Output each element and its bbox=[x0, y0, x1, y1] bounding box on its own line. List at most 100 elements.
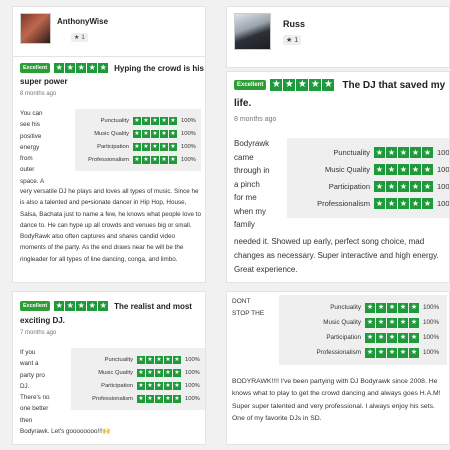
avatar[interactable] bbox=[20, 13, 51, 44]
review-date: 7 months ago bbox=[20, 330, 57, 336]
star-icon: ★ bbox=[133, 155, 141, 164]
review-card-2-body: Excellent ★ ★ ★ ★ ★ The DJ that saved my… bbox=[226, 71, 450, 283]
star-icon: ★ bbox=[376, 302, 386, 313]
review-title-line2: super power bbox=[20, 77, 68, 86]
star-icon: ★ bbox=[160, 129, 168, 138]
star-icon: ★ bbox=[98, 301, 109, 311]
star-icon: ★ bbox=[376, 347, 386, 358]
star-icon: ★ bbox=[270, 79, 283, 91]
review-card-4: DONT STOP THE Punctuality ★ ★ ★ ★ ★ 100% Mus… bbox=[226, 291, 450, 445]
review-date: 8 months ago bbox=[20, 91, 57, 97]
star-icon: ★ bbox=[137, 355, 145, 364]
rating-row-participation: Participation ★ ★ ★ ★ ★ 100% bbox=[101, 381, 200, 390]
star-icon: ★ bbox=[386, 181, 397, 192]
star-icon: ★ bbox=[386, 198, 397, 209]
review-side-text: Bodyrawk came through in a pinch for me … bbox=[234, 139, 270, 229]
star-icon: ★ bbox=[410, 147, 421, 158]
star-icon: ★ bbox=[65, 63, 76, 73]
star-icon: ★ bbox=[160, 142, 168, 151]
star-icon: ★ bbox=[133, 116, 141, 125]
star-icon: ★ bbox=[54, 301, 65, 311]
star-icon: ★ bbox=[173, 394, 181, 403]
star-icon: ★ bbox=[398, 317, 408, 328]
review-card-2: Russ ★ 1 bbox=[226, 6, 450, 68]
star-icon: ★ bbox=[169, 116, 177, 125]
star-icon: ★ bbox=[398, 347, 408, 358]
review-title-line1: The DJ that saved my bbox=[342, 79, 446, 91]
rating-row-punctuality: Punctuality ★ ★ ★ ★ ★ 100% bbox=[104, 355, 200, 364]
star-icon: ★ bbox=[142, 142, 150, 151]
star-icon: ★ bbox=[173, 381, 181, 390]
review-side-text: DONT STOP THE bbox=[232, 298, 265, 317]
star-icon: ★ bbox=[164, 381, 172, 390]
rating-row-punctuality: Punctuality ★ ★ ★ ★ ★ 100 bbox=[333, 147, 450, 158]
rating-row-music-quality: Music Quality ★ ★ ★ ★ ★ 100% bbox=[323, 317, 440, 328]
star-icon: ★ bbox=[374, 164, 385, 175]
star-icon: ★ bbox=[398, 181, 409, 192]
star-icon: ★ bbox=[155, 381, 163, 390]
star-icon: ★ bbox=[74, 35, 80, 41]
star-icon: ★ bbox=[365, 347, 375, 358]
star-icon: ★ bbox=[409, 347, 419, 358]
star-icon: ★ bbox=[409, 317, 419, 328]
rating-row-professionalism: Professionalism ★ ★ ★ ★ ★ 100% bbox=[316, 347, 440, 358]
star-icon: ★ bbox=[374, 181, 385, 192]
star-icon: ★ bbox=[133, 142, 141, 151]
star-icon: ★ bbox=[146, 381, 154, 390]
star-icon: ★ bbox=[398, 147, 409, 158]
rating-row-participation: Participation ★ ★ ★ ★ ★ 100 bbox=[328, 181, 450, 192]
avatar[interactable] bbox=[234, 13, 271, 50]
star-icon: ★ bbox=[146, 355, 154, 364]
star-icon: ★ bbox=[387, 317, 397, 328]
star-icon: ★ bbox=[155, 394, 163, 403]
star-icon: ★ bbox=[409, 332, 419, 343]
star-icon: ★ bbox=[422, 181, 433, 192]
star-icon: ★ bbox=[286, 37, 293, 44]
star-icon: ★ bbox=[164, 368, 172, 377]
star-icon: ★ bbox=[387, 347, 397, 358]
review-title-line2: life. bbox=[234, 98, 252, 109]
star-icon: ★ bbox=[365, 317, 375, 328]
star-icon: ★ bbox=[137, 394, 145, 403]
rating-row-participation: Participation ★ ★ ★ ★ ★ 100% bbox=[326, 332, 440, 343]
review-side-text: You can see his positive energy from out… bbox=[20, 110, 45, 185]
star-icon: ★ bbox=[133, 129, 141, 138]
star-icon: ★ bbox=[142, 116, 150, 125]
star-icon: ★ bbox=[142, 155, 150, 164]
star-icon: ★ bbox=[365, 302, 375, 313]
star-icon: ★ bbox=[76, 301, 87, 311]
rating-row-professionalism: Professionalism ★ ★ ★ ★ ★ 100% bbox=[92, 394, 200, 403]
review-title-line2: exciting DJ. bbox=[20, 316, 65, 325]
star-icon: ★ bbox=[151, 116, 159, 125]
overall-stars: ★ ★ ★ ★ ★ bbox=[54, 63, 109, 73]
star-icon: ★ bbox=[155, 355, 163, 364]
star-icon: ★ bbox=[87, 301, 98, 311]
star-icon: ★ bbox=[322, 79, 335, 91]
star-icon: ★ bbox=[387, 332, 397, 343]
star-icon: ★ bbox=[386, 147, 397, 158]
star-icon: ★ bbox=[160, 155, 168, 164]
star-icon: ★ bbox=[151, 129, 159, 138]
overall-stars: ★ ★ ★ ★ ★ bbox=[270, 79, 335, 91]
star-icon: ★ bbox=[374, 147, 385, 158]
username[interactable]: Russ bbox=[283, 19, 305, 29]
star-icon: ★ bbox=[173, 368, 181, 377]
review-title-line1: Hyping the crowd is his bbox=[114, 63, 204, 73]
ratings-panel: Punctuality ★ ★ ★ ★ ★ 100% Music Quality ★ ★ ★… bbox=[75, 109, 201, 171]
review-count-badge: ★ 1 bbox=[283, 35, 302, 45]
excellent-badge: Excellent bbox=[20, 63, 51, 73]
star-icon: ★ bbox=[164, 394, 172, 403]
review-card-1-body: Excellent ★ ★ ★ ★ ★ Hyping the crowd is … bbox=[12, 56, 206, 283]
ratings-panel: Punctuality ★ ★ ★ ★ ★ 100% Music Quality ★ ★ ★… bbox=[71, 348, 205, 410]
star-icon: ★ bbox=[374, 198, 385, 209]
star-icon: ★ bbox=[160, 116, 168, 125]
star-icon: ★ bbox=[142, 129, 150, 138]
star-icon: ★ bbox=[410, 164, 421, 175]
rating-row-professionalism: Professionalism ★ ★ ★ ★ ★ 100% bbox=[88, 155, 196, 164]
username[interactable]: AnthonyWise bbox=[57, 17, 108, 26]
star-icon: ★ bbox=[169, 142, 177, 151]
rating-row-music-quality: Music Quality ★ ★ ★ ★ ★ 100% bbox=[98, 368, 200, 377]
star-icon: ★ bbox=[169, 129, 177, 138]
star-icon: ★ bbox=[410, 181, 421, 192]
review-body: needed it. Showed up early, perfect song… bbox=[234, 237, 439, 274]
